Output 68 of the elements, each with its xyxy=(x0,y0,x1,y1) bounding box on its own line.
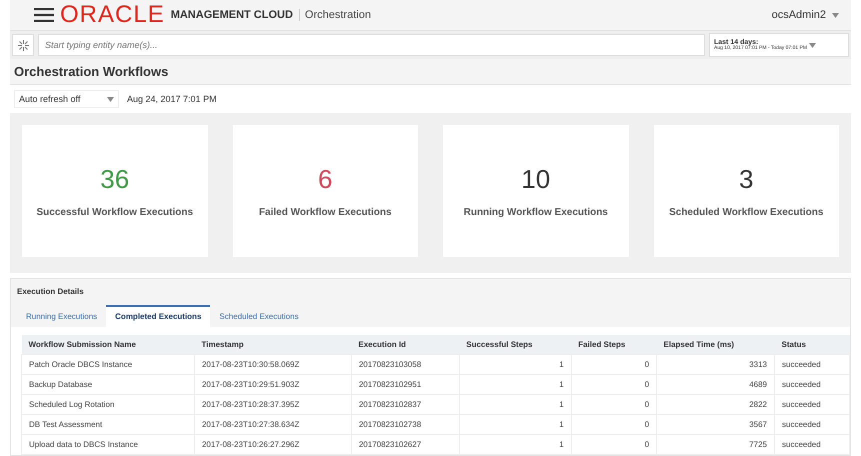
table-cell: 1 xyxy=(459,434,572,454)
column-header: Status xyxy=(774,335,850,354)
card-label: Successful Workflow Executions xyxy=(36,207,194,218)
table-cell: Scheduled Log Rotation xyxy=(22,394,194,414)
table-cell: Backup Database xyxy=(22,374,194,394)
table-cell: 7725 xyxy=(656,434,774,454)
table-cell: 20170823103058 xyxy=(351,354,460,374)
caret-icon xyxy=(107,96,114,102)
table-cell: 2017-08-23T10:30:58.069Z xyxy=(194,354,352,374)
card-label: Running Workflow Executions xyxy=(464,207,608,218)
tab[interactable]: Scheduled Executions xyxy=(210,305,308,327)
card-label: Failed Workflow Executions xyxy=(258,207,392,218)
table-cell: 2017-08-23T10:28:37.395Z xyxy=(194,394,352,414)
column-header: Successful Steps xyxy=(459,335,572,354)
column-header: Workflow Submission Name xyxy=(22,335,194,354)
user-menu[interactable]: ocsAdmin2 xyxy=(772,9,826,22)
table-cell: 2017-08-23T10:27:38.634Z xyxy=(194,414,352,434)
timestamp: Aug 24, 2017 7:01 PM xyxy=(127,94,217,104)
table-cell: 1 xyxy=(459,414,572,434)
table-cell: 0 xyxy=(571,394,657,414)
column-header: Execution Id xyxy=(351,335,460,354)
menu-icon[interactable] xyxy=(34,8,54,22)
asterisk-icon xyxy=(18,40,28,51)
count: 6 xyxy=(318,164,332,196)
table-cell: succeeded xyxy=(774,394,850,414)
column-header: Elapsed Time (ms) xyxy=(656,335,774,354)
entity-picker-button[interactable] xyxy=(12,34,34,56)
table-cell: 20170823102837 xyxy=(351,394,460,414)
caret-icon xyxy=(809,42,816,48)
table-cell: 3567 xyxy=(656,414,774,434)
table-cell: Patch Oracle DBCS Instance xyxy=(22,354,194,374)
table-cell: 0 xyxy=(571,414,657,434)
table-cell: 20170823102627 xyxy=(351,434,460,454)
table-cell: succeeded xyxy=(774,374,850,394)
table-cell: 20170823102738 xyxy=(351,414,460,434)
table-cell: 0 xyxy=(571,374,657,394)
table-cell: 3313 xyxy=(656,354,774,374)
column-header: Timestamp xyxy=(194,335,352,354)
count: 10 xyxy=(521,164,550,196)
count: 36 xyxy=(100,164,130,196)
tab[interactable]: Running Executions xyxy=(17,305,106,327)
tab[interactable]: Completed Executions xyxy=(106,305,210,327)
table-cell: 1 xyxy=(459,394,572,414)
refresh-dropdown[interactable]: Auto refresh off xyxy=(14,90,119,108)
table-cell: 20170823102951 xyxy=(351,374,460,394)
table-cell: 2017-08-23T10:26:27.296Z xyxy=(194,434,352,454)
table-cell: 0 xyxy=(571,434,657,454)
column-header: Failed Steps xyxy=(571,335,657,354)
product-name: MANAGEMENT CLOUD xyxy=(170,9,293,22)
card-label: Scheduled Workflow Executions xyxy=(669,207,824,218)
table-cell: succeeded xyxy=(774,354,850,374)
table-cell: 1 xyxy=(459,354,572,374)
count: 3 xyxy=(739,164,754,196)
table-cell: 4689 xyxy=(656,374,774,394)
section-title: Execution Details xyxy=(17,287,85,296)
table-cell: DB Test Assessment xyxy=(22,414,194,434)
table-cell: Upload data to DBCS Instance xyxy=(22,434,194,454)
table-cell: succeeded xyxy=(774,414,850,434)
search-field[interactable]: Start typing entity name(s)... xyxy=(38,34,705,56)
logo: ORACLE xyxy=(60,3,165,28)
page-title: Orchestration Workflows xyxy=(10,59,851,86)
table-cell: 2017-08-23T10:29:51.903Z xyxy=(194,374,352,394)
table-cell: 2822 xyxy=(656,394,774,414)
table-cell: 0 xyxy=(571,354,657,374)
table-cell: 1 xyxy=(459,374,572,394)
table-cell: succeeded xyxy=(774,434,850,454)
section-name: Orchestration xyxy=(298,9,371,22)
caret-icon xyxy=(832,12,839,18)
